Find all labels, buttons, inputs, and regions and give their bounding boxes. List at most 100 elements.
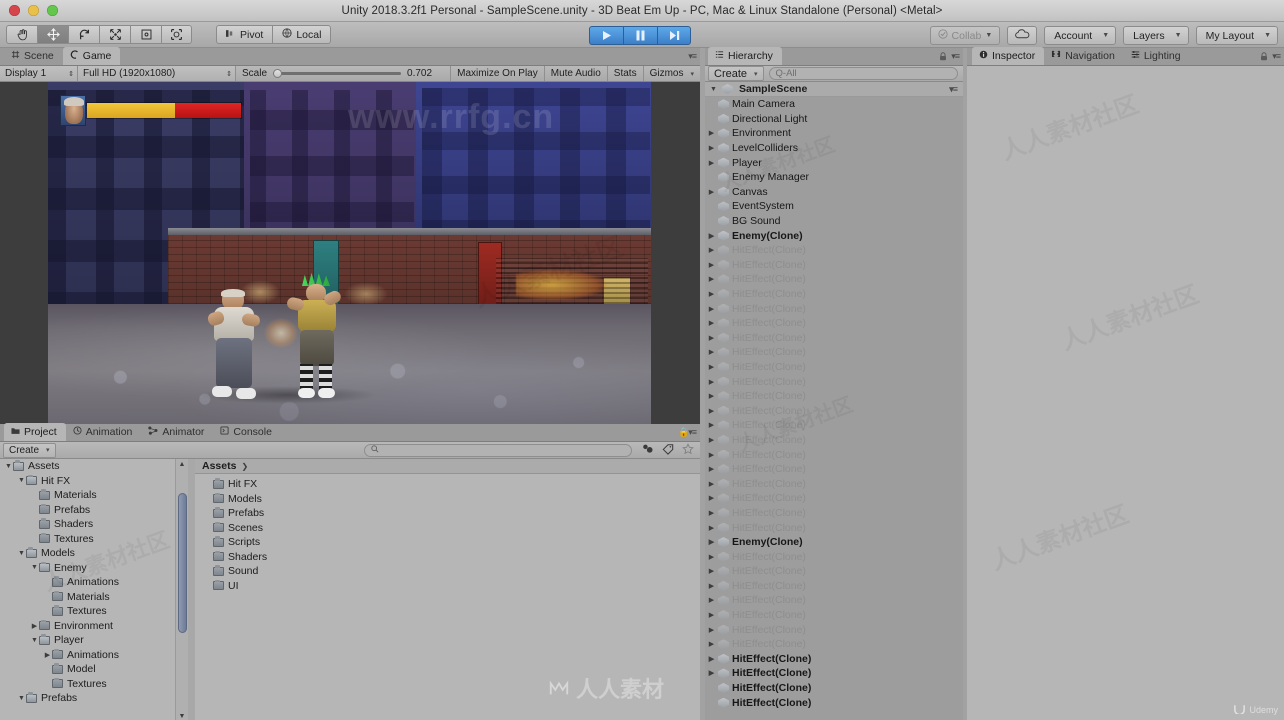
expand-triangle[interactable]: ▶ (705, 290, 718, 298)
expand-triangle[interactable]: ▶ (705, 567, 718, 575)
hierarchy-item[interactable]: ▶ HitEffect(Clone) (705, 520, 963, 535)
hierarchy-item[interactable]: ▶ Enemy(Clone) (705, 535, 963, 550)
expand-triangle[interactable]: ▶ (705, 188, 718, 196)
filter-by-label-icon[interactable] (658, 443, 678, 458)
panel-menu-icon[interactable]: 🔒▾≡ (678, 427, 697, 438)
pivot-toggle-button[interactable]: Pivot (216, 25, 273, 44)
layers-dropdown[interactable]: Layers ▼ (1123, 26, 1189, 45)
asset-list-item[interactable]: Shaders (195, 550, 700, 565)
hierarchy-item[interactable]: ▶ Player (705, 155, 963, 170)
tab-game[interactable]: Game (62, 47, 121, 65)
expand-triangle[interactable]: ▶ (30, 622, 39, 630)
project-tree-row[interactable]: Materials (0, 590, 188, 605)
expand-triangle[interactable]: ▼ (17, 550, 26, 557)
project-search-input[interactable] (364, 443, 632, 457)
tab-console[interactable]: Console (213, 423, 281, 441)
project-tree-row[interactable]: Model (0, 662, 188, 677)
hierarchy-item[interactable]: ▶ HitEffect(Clone) (705, 608, 963, 623)
expand-triangle[interactable]: ▶ (705, 407, 718, 415)
expand-triangle[interactable]: ▶ (705, 334, 718, 342)
hierarchy-item[interactable]: EventSystem (705, 199, 963, 214)
hierarchy-item[interactable]: ▶ HitEffect(Clone) (705, 447, 963, 462)
expand-triangle[interactable]: ▶ (705, 596, 718, 604)
cloud-button[interactable] (1007, 26, 1038, 45)
display-dropdown[interactable]: Display 1 ⇕ (0, 66, 78, 81)
project-tree-row[interactable]: ▶ Animations (0, 648, 188, 663)
hierarchy-item[interactable]: ▶ HitEffect(Clone) (705, 389, 963, 404)
scale-slider-group[interactable]: Scale 0.702 (236, 68, 432, 79)
expand-triangle[interactable]: ▶ (705, 246, 718, 254)
expand-triangle[interactable]: ▶ (705, 465, 718, 473)
project-tree-row[interactable]: Shaders (0, 517, 188, 532)
expand-triangle[interactable]: ▶ (705, 363, 718, 371)
hierarchy-item[interactable]: ▶ HitEffect(Clone) (705, 652, 963, 667)
asset-list-item[interactable]: Hit FX (195, 477, 700, 492)
expand-triangle[interactable]: ▶ (705, 392, 718, 400)
expand-triangle[interactable]: ▶ (705, 144, 718, 152)
scroll-up-arrow[interactable]: ▲ (176, 459, 188, 470)
expand-triangle[interactable]: ▼ (17, 695, 26, 702)
lock-icon[interactable] (1260, 52, 1268, 61)
project-tree-row[interactable]: ▼ Hit FX (0, 474, 188, 489)
expand-triangle[interactable]: ▶ (705, 655, 718, 663)
expand-triangle[interactable]: ▶ (705, 480, 718, 488)
asset-list-item[interactable]: Scenes (195, 521, 700, 536)
expand-triangle[interactable]: ▶ (705, 509, 718, 517)
project-tree-row[interactable]: ▼ Models (0, 546, 188, 561)
project-tree-row[interactable]: Prefabs (0, 503, 188, 518)
hierarchy-item[interactable]: ▶ HitEffect(Clone) (705, 403, 963, 418)
project-splitter[interactable] (188, 459, 195, 720)
hierarchy-item[interactable]: ▶ HitEffect(Clone) (705, 637, 963, 652)
hierarchy-item[interactable]: ▶ HitEffect(Clone) (705, 258, 963, 273)
hierarchy-item[interactable]: BG Sound (705, 214, 963, 229)
game-view-tab-options[interactable]: ▾≡ (688, 51, 697, 62)
expand-triangle[interactable]: ▶ (705, 348, 718, 356)
hierarchy-item[interactable]: ▶ HitEffect(Clone) (705, 301, 963, 316)
asset-list-item[interactable]: Models (195, 492, 700, 507)
maximize-on-play-toggle[interactable]: Maximize On Play (450, 66, 544, 81)
project-assets-grid[interactable]: Assets ❯ Hit FX Models Prefabs Scenes Script… (195, 459, 700, 720)
expand-triangle[interactable]: ▶ (705, 275, 718, 283)
expand-triangle[interactable]: ▶ (705, 436, 718, 444)
hierarchy-item[interactable]: ▶ HitEffect(Clone) (705, 462, 963, 477)
stats-toggle[interactable]: Stats (606, 66, 643, 81)
move-tool-button[interactable] (37, 25, 68, 44)
expand-triangle[interactable]: ▼ (17, 477, 26, 484)
hierarchy-item[interactable]: ▶ HitEffect(Clone) (705, 579, 963, 594)
hierarchy-item[interactable]: ▶ HitEffect(Clone) (705, 345, 963, 360)
assets-breadcrumb[interactable]: Assets ❯ (195, 459, 700, 474)
expand-triangle[interactable]: ▶ (705, 451, 718, 459)
expand-triangle[interactable]: ▶ (705, 640, 718, 648)
hierarchy-item[interactable]: ▶ HitEffect(Clone) (705, 418, 963, 433)
expand-triangle[interactable]: ▶ (705, 319, 718, 327)
lock-icon[interactable] (939, 52, 947, 61)
scene-expand-triangle[interactable]: ▼ (708, 86, 719, 93)
scroll-down-arrow[interactable]: ▼ (176, 711, 188, 720)
panel-menu-icon[interactable]: ▾≡ (951, 51, 960, 62)
hierarchy-item[interactable]: Directional Light (705, 112, 963, 127)
hierarchy-item[interactable]: ▶ HitEffect(Clone) (705, 360, 963, 375)
expand-triangle[interactable]: ▶ (705, 494, 718, 502)
layout-dropdown[interactable]: My Layout ▼ (1195, 26, 1278, 45)
scene-root-row[interactable]: ▼ SampleScene ▾≡ (705, 82, 963, 97)
expand-triangle[interactable]: ▼ (4, 463, 13, 470)
expand-triangle[interactable]: ▶ (43, 651, 52, 659)
expand-triangle[interactable]: ▶ (705, 582, 718, 590)
expand-triangle[interactable]: ▶ (705, 553, 718, 561)
tab-navigation[interactable]: Navigation (1044, 47, 1124, 65)
hierarchy-item[interactable]: ▶ HitEffect(Clone) (705, 331, 963, 346)
hierarchy-create-button[interactable]: Create ▾ (708, 66, 764, 81)
play-button[interactable] (589, 26, 623, 45)
hierarchy-item[interactable]: ▶ HitEffect(Clone) (705, 476, 963, 491)
scale-slider-knob[interactable] (273, 68, 283, 78)
rotate-tool-button[interactable] (68, 25, 99, 44)
pivot-group[interactable]: Pivot Local (216, 25, 332, 44)
project-tree-scrollbar[interactable]: ▲ ▼ (175, 459, 188, 720)
play-controls-group[interactable] (589, 26, 691, 45)
hierarchy-item[interactable]: ▶ HitEffect(Clone) (705, 243, 963, 258)
transform-tool-button[interactable] (161, 25, 192, 44)
panel-menu-icon[interactable]: ▾≡ (688, 51, 697, 62)
collab-button[interactable]: Collab ▼ (929, 26, 1001, 45)
mute-audio-toggle[interactable]: Mute Audio (543, 66, 607, 81)
tab-lighting[interactable]: Lighting (1124, 47, 1190, 65)
